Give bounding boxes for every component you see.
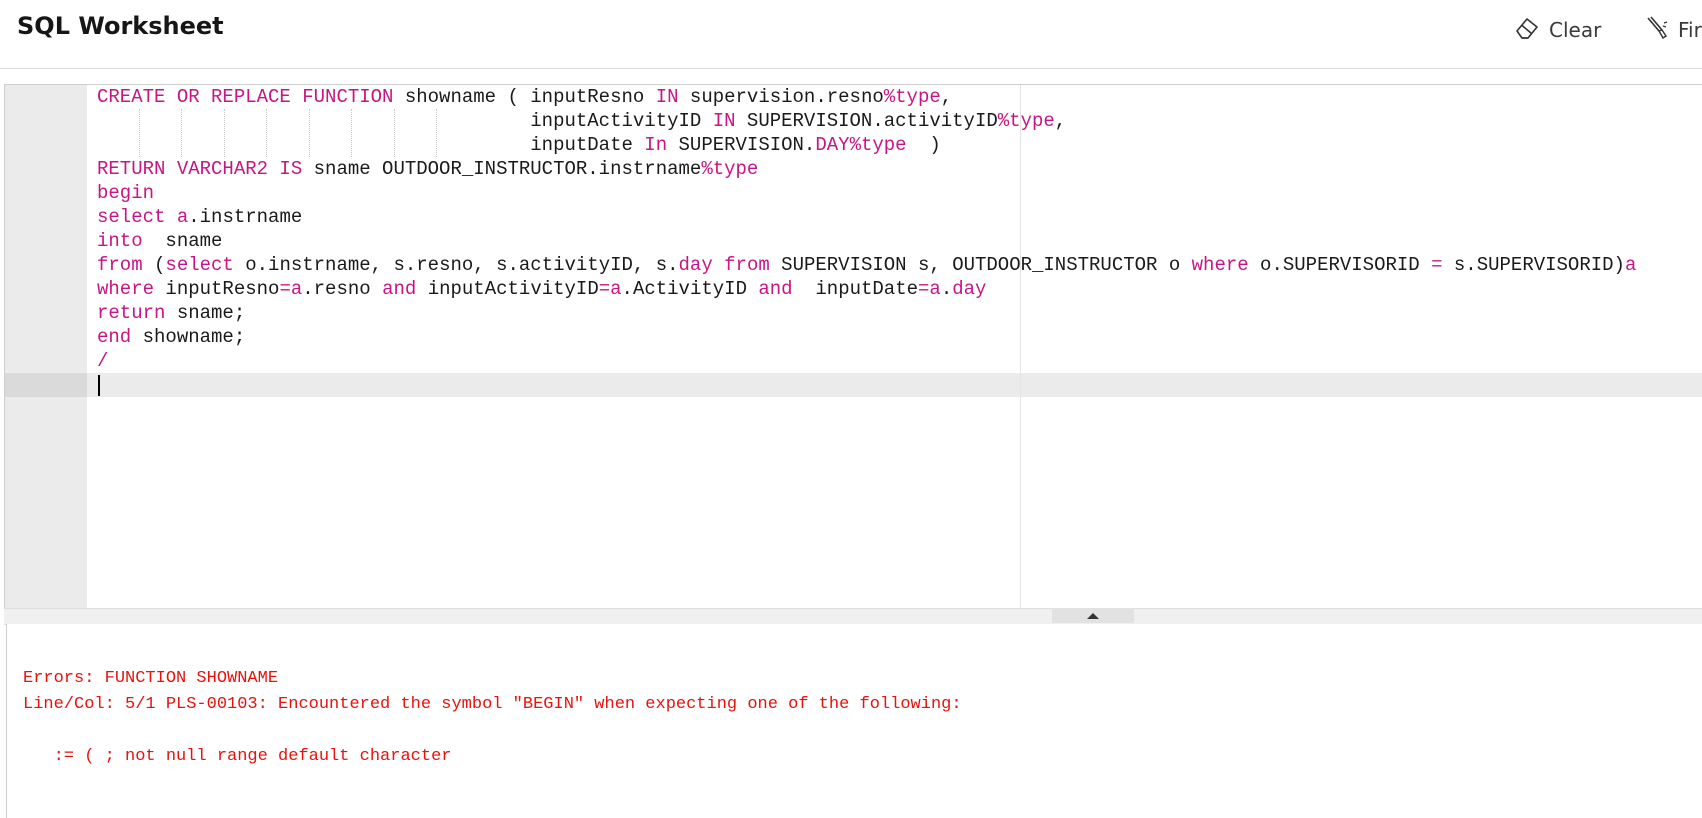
keyword-token: = — [1431, 254, 1443, 276]
keyword-token: where — [97, 278, 155, 300]
code-line[interactable]: select a.instrname — [97, 205, 302, 229]
magic-wand-icon — [1642, 14, 1678, 47]
code-token: inputDate — [792, 278, 919, 300]
page-title: SQL Worksheet — [17, 12, 224, 40]
keyword-token: %type — [849, 134, 907, 156]
keyword-token: select — [165, 254, 234, 276]
eraser-icon — [1513, 14, 1549, 47]
pane-splitter[interactable] — [4, 608, 1702, 625]
keyword-token: return — [97, 302, 166, 324]
code-token: , — [1054, 110, 1067, 132]
code-token: .instrname — [188, 206, 303, 228]
code-token: showname; — [131, 326, 246, 348]
active-line-gutter — [5, 373, 87, 397]
code-token: o.instrname, s.resno, s.activityID, s. — [233, 254, 679, 276]
code-token: ( — [142, 254, 166, 276]
code-line[interactable]: begin — [97, 181, 154, 205]
keyword-token: into — [97, 230, 143, 252]
code-token: sname — [142, 230, 223, 252]
code-line[interactable]: CREATE OR REPLACE FUNCTION showname ( in… — [97, 85, 952, 109]
code-token: ) — [906, 134, 941, 156]
error-heading: Errors: FUNCTION SHOWNAME — [23, 669, 279, 688]
line-number: 9 — [5, 229, 1702, 247]
keyword-token: a — [1624, 254, 1637, 276]
code-token: sname OUTDOOR_INSTRUCTOR.instrname — [302, 158, 702, 180]
text-cursor — [98, 375, 100, 396]
code-token: . — [940, 278, 953, 300]
code-line[interactable]: into sname — [97, 229, 222, 253]
keyword-token: %type — [997, 110, 1055, 132]
code-token: inputDate — [97, 134, 645, 156]
code-token: , — [940, 86, 953, 108]
keyword-token: select — [97, 206, 166, 228]
clear-button[interactable]: Clear — [1513, 12, 1601, 48]
caret-up-icon — [1086, 607, 1100, 625]
code-token: sname; — [165, 302, 246, 324]
splitter-handle[interactable] — [1052, 608, 1134, 623]
code-line[interactable]: inputDate In SUPERVISION.DAY%type ) — [97, 133, 941, 157]
code-editor[interactable]: 12345678910111213 CREATE OR REPLACE FUNC… — [4, 84, 1702, 610]
format-label: Fir — [1678, 18, 1702, 42]
keyword-token: =a — [918, 278, 941, 300]
line-number: 13 — [5, 301, 1702, 319]
code-line[interactable]: inputActivityID IN SUPERVISION.activityI… — [97, 109, 1066, 133]
code-token: o.SUPERVISORID — [1248, 254, 1432, 276]
line-number-gutter — [5, 85, 87, 609]
keyword-token: DAY — [815, 134, 850, 156]
keyword-token: begin — [97, 182, 155, 204]
keyword-token: and — [382, 278, 417, 300]
keyword-token: IN — [655, 86, 679, 108]
code-line[interactable]: where inputResno=a.resno and inputActivi… — [97, 277, 986, 301]
keyword-token: day — [678, 254, 713, 276]
keyword-token: =a — [598, 278, 622, 300]
code-token: inputActivityID — [97, 110, 713, 132]
keyword-token: %type — [701, 158, 759, 180]
code-token: inputActivityID — [416, 278, 599, 300]
keyword-token: In — [644, 134, 668, 156]
code-line[interactable]: return sname; — [97, 301, 245, 325]
print-margin — [1020, 85, 1021, 609]
keyword-token: from — [724, 254, 770, 276]
keyword-token: end — [97, 326, 132, 348]
code-line[interactable]: from (select o.instrname, s.resno, s.act… — [97, 253, 1636, 277]
keyword-token: a — [176, 206, 189, 228]
code-token: s.SUPERVISORID) — [1442, 254, 1625, 276]
worksheet-header: SQL Worksheet Clear Fir — [0, 0, 1702, 69]
code-token: inputResno — [154, 278, 280, 300]
code-token: showname ( inputResno — [393, 86, 656, 108]
code-token: .resno — [302, 278, 383, 300]
code-token: SUPERVISION.activityID — [735, 110, 998, 132]
code-token: SUPERVISION. — [667, 134, 816, 156]
code-line[interactable]: RETURN VARCHAR2 IS sname OUTDOOR_INSTRUC… — [97, 157, 758, 181]
keyword-token: and — [758, 278, 793, 300]
keyword-token: %type — [883, 86, 941, 108]
keyword-token: IN — [712, 110, 736, 132]
script-output: Errors: FUNCTION SHOWNAME Line/Col: 5/1 P… — [6, 624, 1702, 818]
code-line[interactable]: / — [97, 349, 108, 373]
keyword-token: day — [952, 278, 987, 300]
keyword-token: from — [97, 254, 143, 276]
error-message: Line/Col: 5/1 PLS-00103: Encountered the… — [23, 695, 962, 714]
keyword-token: =a — [279, 278, 303, 300]
error-message: := ( ; not null range default character — [23, 747, 452, 766]
keyword-token: where — [1191, 254, 1249, 276]
code-token: SUPERVISION s, OUTDOOR_INSTRUCTOR o — [769, 254, 1192, 276]
keyword-token: / — [97, 350, 109, 372]
format-button[interactable]: Fir — [1642, 12, 1702, 48]
active-line-highlight — [87, 373, 1702, 397]
keyword-token: CREATE OR REPLACE FUNCTION — [97, 86, 394, 108]
clear-label: Clear — [1549, 18, 1602, 42]
code-token: .ActivityID — [621, 278, 759, 300]
code-token: supervision.resno — [678, 86, 884, 108]
keyword-token: RETURN VARCHAR2 IS — [97, 158, 303, 180]
code-line[interactable]: end showname; — [97, 325, 245, 349]
